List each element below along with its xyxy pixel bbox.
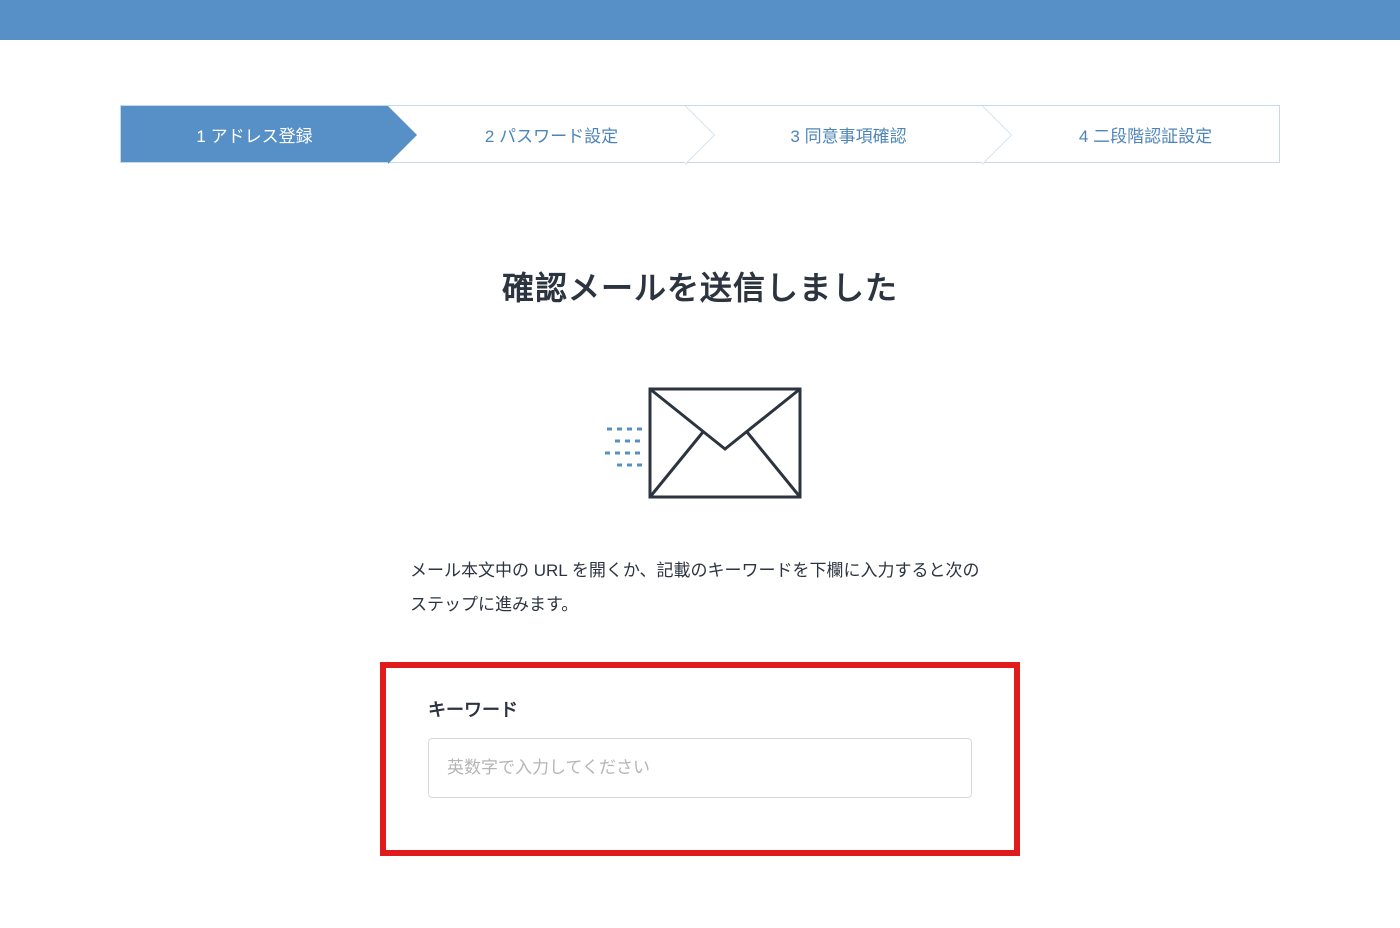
keyword-section: キーワード xyxy=(380,662,1020,856)
step-2-password: 2 パスワード設定 xyxy=(388,106,685,162)
mail-sent-icon xyxy=(120,379,1280,509)
keyword-label: キーワード xyxy=(428,696,972,722)
step-label: 4 二段階認証設定 xyxy=(1079,122,1212,147)
keyword-input[interactable] xyxy=(428,738,972,798)
instruction-text: メール本文中の URL を開くか、記載のキーワードを下欄に入力すると次のステップ… xyxy=(410,554,990,622)
step-3-agreement: 3 同意事項確認 xyxy=(685,106,982,162)
step-label: 3 同意事項確認 xyxy=(790,122,906,147)
page-title: 確認メールを送信しました xyxy=(120,263,1280,309)
main-content: 確認メールを送信しました メール本文中の URL を開くか、記載のキーワードを下… xyxy=(120,263,1280,856)
step-label: 1 アドレス登録 xyxy=(196,122,312,147)
step-1-address: 1 アドレス登録 xyxy=(121,106,388,162)
step-4-2fa: 4 二段階認証設定 xyxy=(982,106,1279,162)
top-bar xyxy=(0,0,1400,40)
page-container: 1 アドレス登録 2 パスワード設定 3 同意事項確認 4 二段階認証設定 確認… xyxy=(60,105,1340,856)
progress-stepper: 1 アドレス登録 2 パスワード設定 3 同意事項確認 4 二段階認証設定 xyxy=(120,105,1280,163)
step-label: 2 パスワード設定 xyxy=(485,122,618,147)
